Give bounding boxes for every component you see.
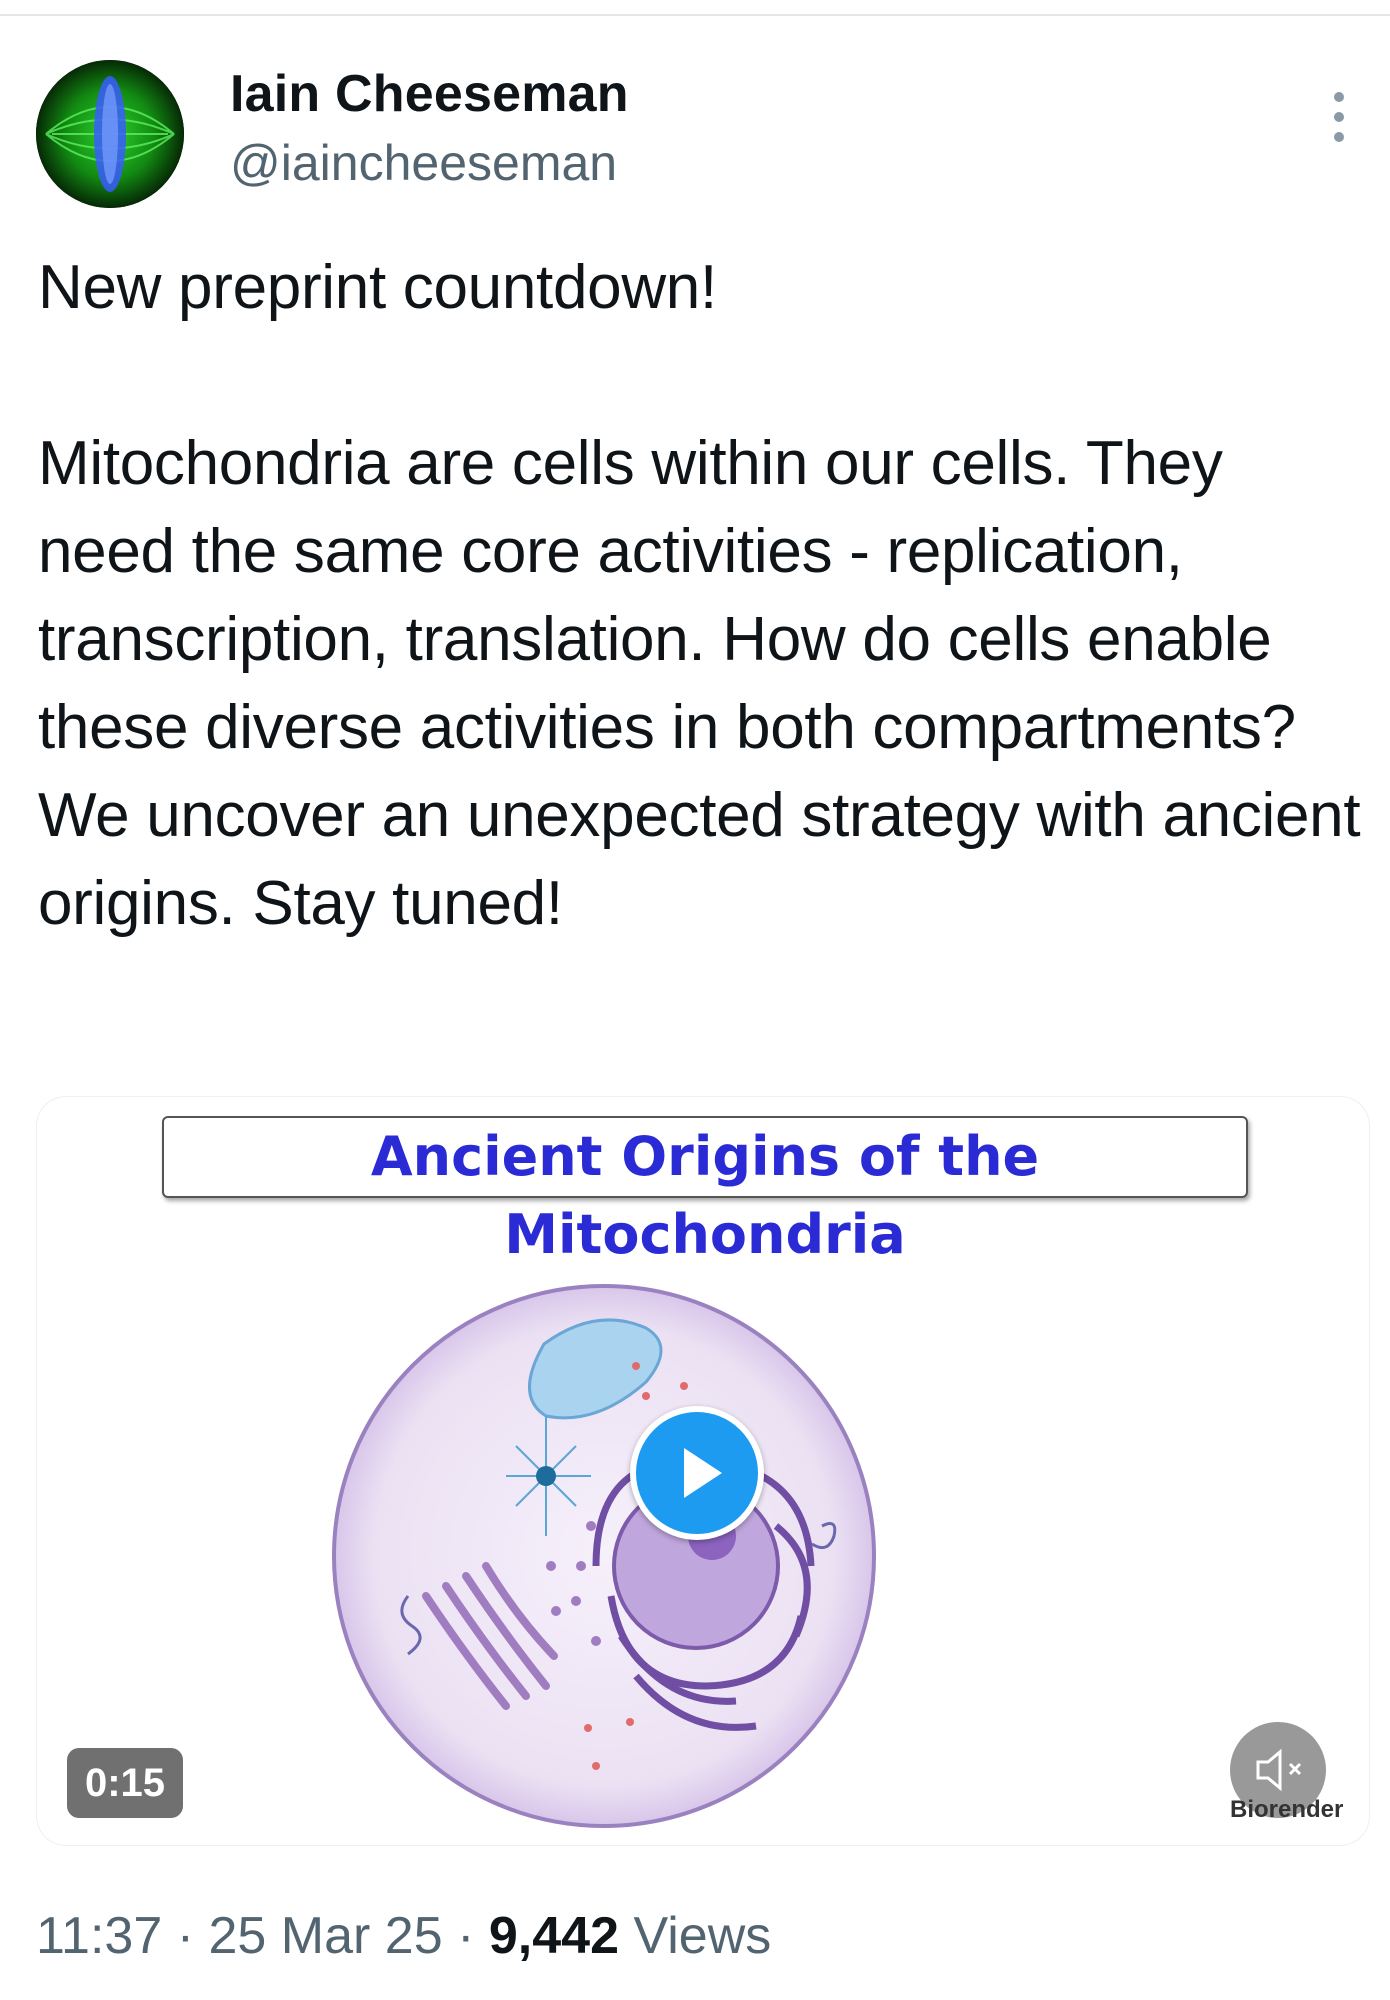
meta-separator: · xyxy=(457,1907,475,1965)
video-watermark: Biorender xyxy=(1230,1796,1344,1823)
avatar[interactable] xyxy=(36,60,184,208)
play-button[interactable] xyxy=(630,1406,764,1540)
author-name[interactable]: Iain Cheeseman xyxy=(230,64,629,124)
tweet-time[interactable]: 11:37 xyxy=(36,1907,162,1965)
views-count: 9,442 xyxy=(488,1907,620,1965)
play-icon xyxy=(684,1448,722,1498)
top-divider xyxy=(0,14,1390,16)
more-options-icon[interactable] xyxy=(1326,92,1356,148)
avatar-image xyxy=(36,60,184,208)
video-player[interactable]: Ancient Origins of the Mitochondria 0:15… xyxy=(36,1096,1370,1846)
author-handle[interactable]: @iaincheeseman xyxy=(230,134,617,192)
video-duration: 0:15 xyxy=(67,1748,183,1818)
views-label: Views xyxy=(633,1907,772,1965)
tweet-text: New preprint countdown! Mitochondria are… xyxy=(38,253,1361,938)
tweet-meta: 11:37 · 25 Mar 25 · 9,442 Views xyxy=(36,1906,771,1966)
meta-separator: · xyxy=(176,1907,195,1965)
tweet-date[interactable]: 25 Mar 25 xyxy=(209,1907,443,1965)
